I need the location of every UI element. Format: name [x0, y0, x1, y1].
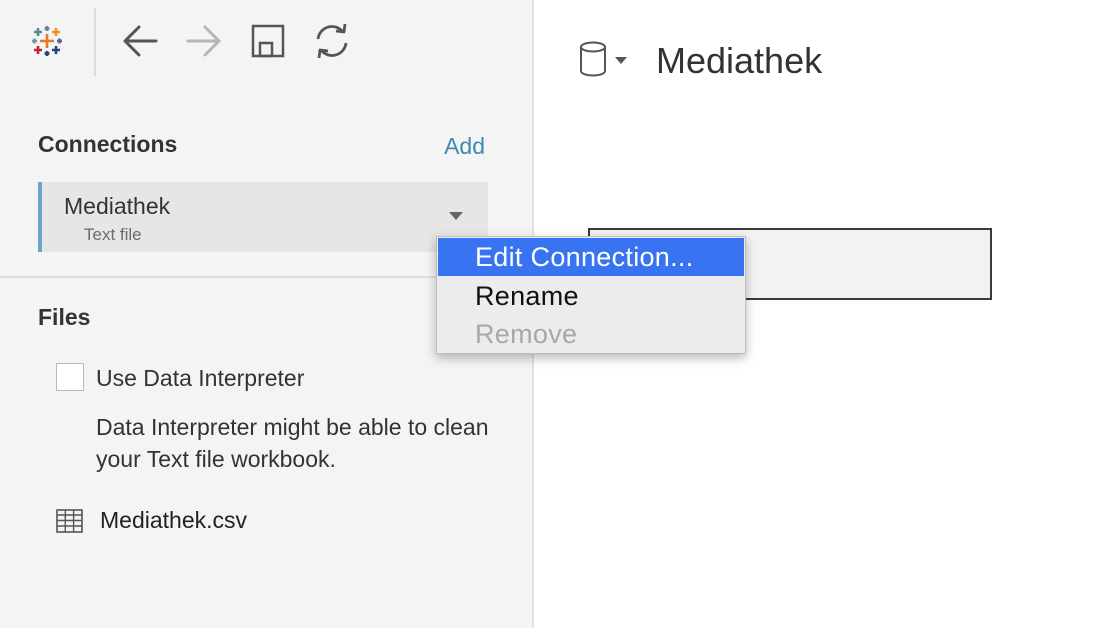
save-icon[interactable] — [250, 23, 286, 59]
connection-type: Text file — [84, 225, 142, 244]
connection-context-menu: Edit Connection... Rename Remove — [436, 236, 746, 354]
data-source-title[interactable]: Mediathek — [656, 40, 822, 82]
table-grid-icon — [56, 509, 83, 533]
menu-item-rename[interactable]: Rename — [438, 277, 744, 315]
tableau-logo-icon[interactable] — [30, 25, 64, 57]
data-interpreter-description: Data Interpreter might be able to clean … — [96, 414, 489, 472]
menu-item-remove: Remove — [475, 319, 578, 349]
toolbar — [0, 0, 532, 80]
connection-name: Mediathek — [64, 193, 171, 219]
add-connection-link[interactable]: Add — [444, 133, 485, 160]
use-data-interpreter-checkbox[interactable] — [56, 363, 84, 391]
menu-item-edit-connection[interactable]: Edit Connection... — [438, 238, 744, 276]
connections-heading: Connections — [38, 131, 178, 157]
connection-item[interactable]: Mediathek Text file — [38, 182, 488, 252]
forward-arrow-icon[interactable] — [184, 22, 224, 60]
datasource-dropdown-icon[interactable] — [614, 56, 628, 66]
database-icon[interactable] — [578, 40, 608, 78]
use-data-interpreter-label[interactable]: Use Data Interpreter — [96, 365, 304, 392]
chevron-down-icon[interactable] — [448, 210, 464, 222]
files-heading: Files — [38, 304, 91, 330]
refresh-icon[interactable] — [312, 22, 352, 60]
file-item[interactable]: Mediathek.csv — [100, 507, 247, 534]
toolbar-separator — [94, 8, 96, 76]
back-arrow-icon[interactable] — [120, 22, 160, 60]
